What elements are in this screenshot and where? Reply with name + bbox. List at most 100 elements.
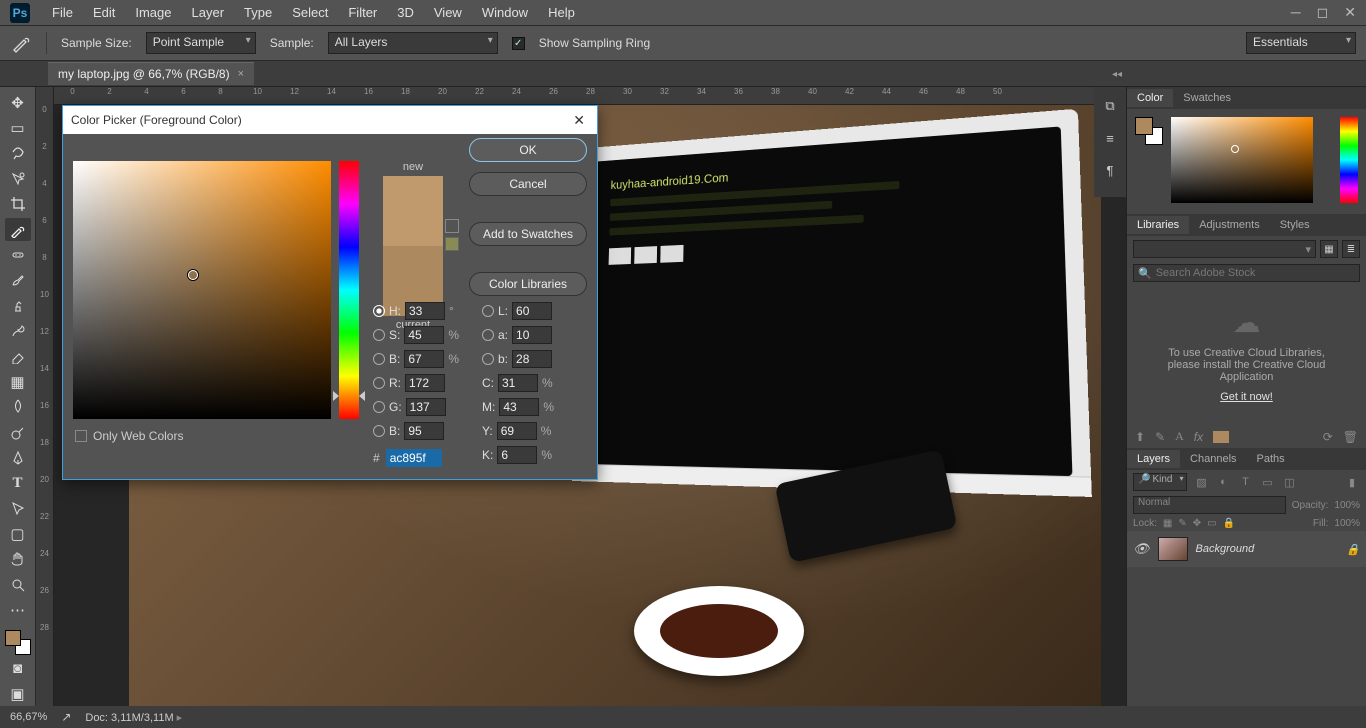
tab-channels[interactable]: Channels xyxy=(1180,450,1246,468)
library-dropdown[interactable]: ▾ xyxy=(1133,240,1316,258)
radio-g[interactable] xyxy=(373,401,385,413)
dialog-close-icon[interactable]: ✕ xyxy=(569,112,589,129)
sample-dropdown[interactable]: All Layers xyxy=(328,32,498,54)
lib-footer-swatch[interactable] xyxy=(1213,431,1229,443)
share-icon[interactable]: ↗ xyxy=(61,710,71,724)
mini-color-field[interactable] xyxy=(1171,117,1313,203)
hue-slider[interactable] xyxy=(339,161,359,419)
document-tab[interactable]: my laptop.jpg @ 66,7% (RGB/8) × xyxy=(48,62,254,85)
radio-s[interactable] xyxy=(373,329,385,341)
menu-image[interactable]: Image xyxy=(125,0,181,26)
lib-footer-icon[interactable]: ⬆ xyxy=(1135,430,1145,444)
menu-select[interactable]: Select xyxy=(282,0,338,26)
saturation-value-field[interactable] xyxy=(73,161,331,419)
tab-color[interactable]: Color xyxy=(1127,89,1173,107)
cancel-button[interactable]: Cancel xyxy=(469,172,587,196)
filter-pixel-icon[interactable]: ▨ xyxy=(1193,474,1209,490)
radio-l[interactable] xyxy=(482,305,494,317)
menu-3d[interactable]: 3D xyxy=(387,0,424,26)
tool-edit-toolbar[interactable]: ⋯ xyxy=(5,599,31,622)
menu-file[interactable]: File xyxy=(42,0,83,26)
menu-filter[interactable]: Filter xyxy=(338,0,387,26)
show-sampling-ring-checkbox[interactable]: ✓ xyxy=(512,37,525,50)
tool-marquee[interactable]: ▭ xyxy=(5,116,31,139)
lock-art-icon[interactable]: ▭ xyxy=(1207,518,1216,529)
properties-panel-icon[interactable]: ≡ xyxy=(1101,129,1119,147)
filter-adjust-icon[interactable]: ◐ xyxy=(1215,474,1231,490)
doc-info[interactable]: Doc: 3,11M/3,11M xyxy=(85,711,182,724)
input-bri[interactable] xyxy=(404,350,444,368)
tool-type[interactable]: T xyxy=(5,472,31,495)
websafe-swatch[interactable] xyxy=(445,237,459,251)
tool-move[interactable]: ✥ xyxy=(5,91,31,114)
lib-footer-icon[interactable]: A xyxy=(1175,429,1184,444)
dialog-titlebar[interactable]: Color Picker (Foreground Color) ✕ xyxy=(63,106,597,134)
fill-value[interactable]: 100% xyxy=(1334,518,1360,529)
tab-close-icon[interactable]: × xyxy=(238,68,244,80)
tab-swatches[interactable]: Swatches xyxy=(1173,89,1241,107)
tool-gradient[interactable]: ▦ xyxy=(5,370,31,393)
lib-footer-icon[interactable]: fx xyxy=(1194,430,1203,444)
filter-shape-icon[interactable]: ▭ xyxy=(1259,474,1275,490)
lib-footer-icon[interactable]: ⟳ xyxy=(1323,430,1333,444)
menu-layer[interactable]: Layer xyxy=(182,0,235,26)
add-swatches-button[interactable]: Add to Swatches xyxy=(469,222,587,246)
radio-b[interactable] xyxy=(373,353,385,365)
color-libraries-button[interactable]: Color Libraries xyxy=(469,272,587,296)
expand-panels-icon[interactable]: ◂◂ xyxy=(1112,69,1122,80)
tool-history-brush[interactable] xyxy=(5,319,31,342)
tool-path-select[interactable] xyxy=(5,497,31,520)
layer-lock-icon[interactable]: 🔒 xyxy=(1346,543,1360,556)
tool-pen[interactable] xyxy=(5,446,31,469)
get-it-now-link[interactable]: Get it now! xyxy=(1220,391,1273,403)
input-c[interactable] xyxy=(498,374,538,392)
maximize-icon[interactable]: ◻ xyxy=(1317,4,1329,21)
radio-h[interactable] xyxy=(373,305,385,317)
input-y[interactable] xyxy=(497,422,537,440)
lib-footer-trash-icon[interactable]: 🗑 xyxy=(1343,430,1358,444)
mini-hue-strip[interactable] xyxy=(1340,117,1358,203)
tool-rectangle[interactable]: ▢ xyxy=(5,522,31,545)
tab-libraries[interactable]: Libraries xyxy=(1127,216,1189,234)
tool-brush[interactable] xyxy=(5,269,31,292)
tool-heal[interactable] xyxy=(5,243,31,266)
filter-type-icon[interactable]: T xyxy=(1237,474,1253,490)
tool-clone[interactable] xyxy=(5,294,31,317)
workspace-dropdown[interactable]: Essentials xyxy=(1246,32,1356,54)
tab-adjustments[interactable]: Adjustments xyxy=(1189,216,1270,234)
minimize-icon[interactable]: ─ xyxy=(1291,4,1301,21)
input-r[interactable] xyxy=(405,374,445,392)
input-h[interactable] xyxy=(405,302,445,320)
blend-mode-dropdown[interactable]: Normal xyxy=(1133,496,1286,514)
tool-quick-select[interactable] xyxy=(5,167,31,190)
history-panel-icon[interactable]: ⧉ xyxy=(1101,97,1119,115)
lock-pos-icon[interactable]: ✥ xyxy=(1193,518,1201,529)
tool-zoom[interactable] xyxy=(5,573,31,596)
input-s[interactable] xyxy=(404,326,444,344)
input-lab-b[interactable] xyxy=(512,350,552,368)
opacity-value[interactable]: 100% xyxy=(1334,500,1360,511)
tool-quickmask[interactable]: ◙ xyxy=(5,657,31,680)
character-panel-icon[interactable]: ¶ xyxy=(1101,161,1119,179)
menu-edit[interactable]: Edit xyxy=(83,0,125,26)
radio-lab-b[interactable] xyxy=(482,353,494,365)
tool-lasso[interactable] xyxy=(5,142,31,165)
hex-input[interactable] xyxy=(386,449,442,467)
foreground-background-colors[interactable] xyxy=(5,630,31,655)
input-blue[interactable] xyxy=(404,422,444,440)
menu-help[interactable]: Help xyxy=(538,0,585,26)
layer-row-background[interactable]: 👁 Background 🔒 xyxy=(1127,531,1366,567)
foreground-color-swatch[interactable] xyxy=(5,630,21,646)
lock-trans-icon[interactable]: ▦ xyxy=(1163,518,1172,529)
lock-pixels-icon[interactable]: ✎ xyxy=(1178,518,1186,529)
menu-window[interactable]: Window xyxy=(472,0,538,26)
tool-eyedropper[interactable] xyxy=(5,218,31,241)
tool-hand[interactable] xyxy=(5,548,31,571)
layer-thumbnail[interactable] xyxy=(1158,537,1188,561)
radio-a[interactable] xyxy=(482,329,494,341)
tab-styles[interactable]: Styles xyxy=(1270,216,1320,234)
filter-smart-icon[interactable]: ◫ xyxy=(1281,474,1297,490)
ok-button[interactable]: OK xyxy=(469,138,587,162)
menu-type[interactable]: Type xyxy=(234,0,282,26)
input-m[interactable] xyxy=(499,398,539,416)
